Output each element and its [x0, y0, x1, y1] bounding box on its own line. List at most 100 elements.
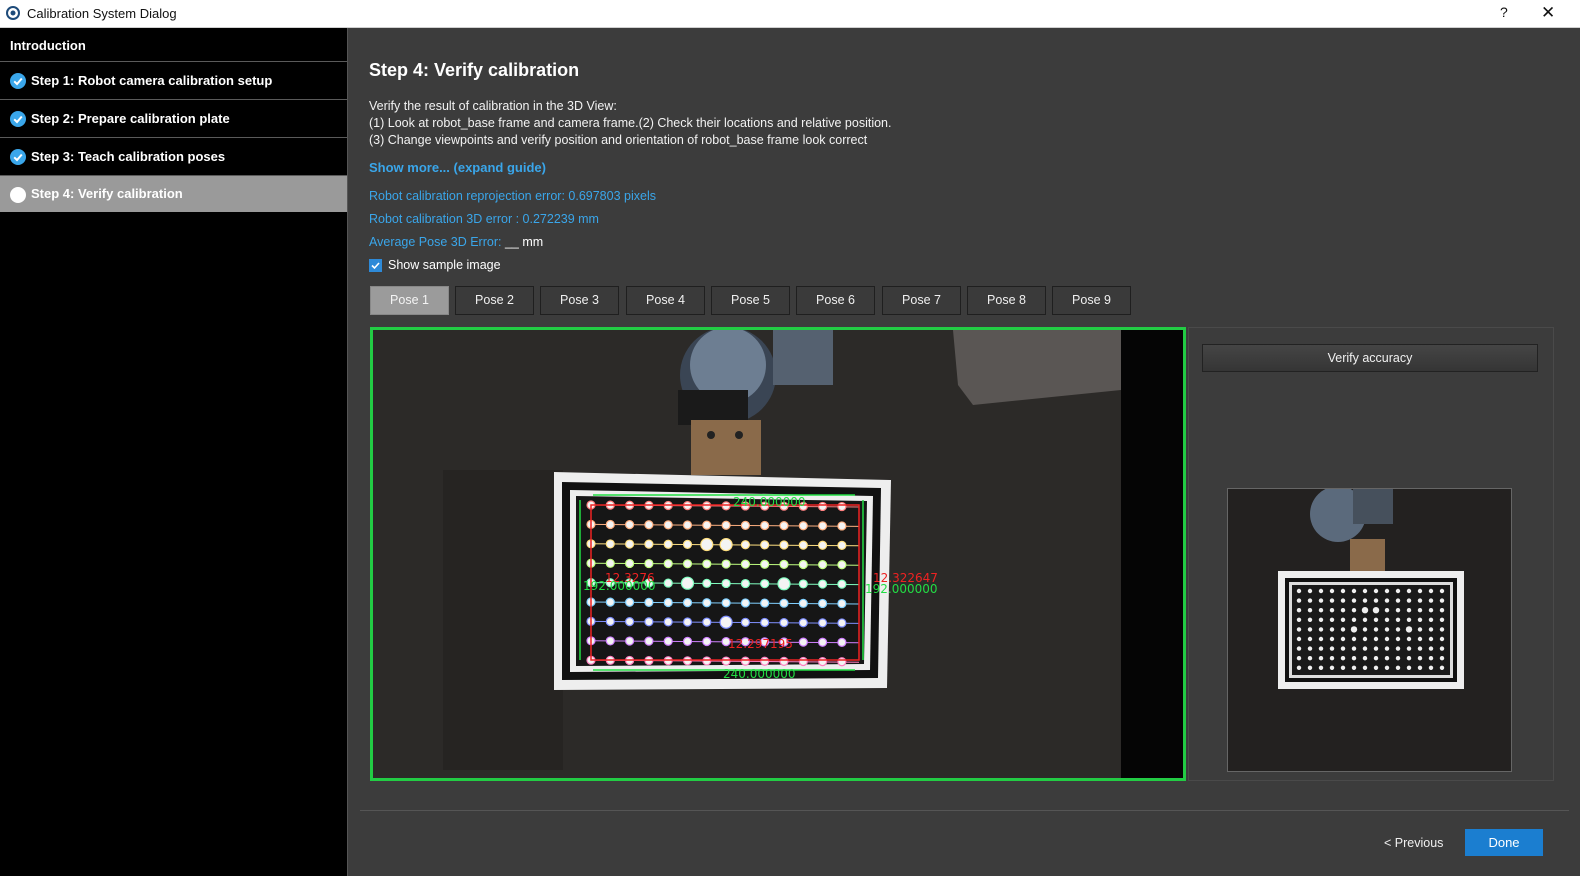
calibration-dot	[760, 598, 770, 608]
thumbnail-dot	[1439, 656, 1445, 661]
thumbnail-dot	[1439, 665, 1445, 670]
window-title: Calibration System Dialog	[27, 6, 177, 21]
thumbnail-dot	[1384, 665, 1390, 670]
thumbnail-dot	[1373, 617, 1379, 622]
show-more-link[interactable]: Show more... (expand guide)	[369, 160, 546, 175]
calibration-dot	[818, 618, 828, 628]
calibration-dot	[837, 540, 847, 550]
sidebar-item-step-1[interactable]: Step 1: Robot camera calibration setup	[0, 62, 347, 100]
thumbnail-dot	[1362, 598, 1368, 603]
pose-5-button[interactable]: Pose 5	[711, 286, 790, 315]
calibration-dot	[625, 617, 635, 627]
calibration-dot	[663, 578, 673, 588]
thumbnail-dot	[1417, 646, 1423, 651]
calibration-dot	[777, 577, 791, 591]
thumbnail-dot	[1340, 617, 1346, 622]
circle-icon	[10, 187, 26, 203]
calibration-image-viewer[interactable]: 240.000000 12.3276 192.000000 12.322647 …	[370, 327, 1186, 781]
pose-1-button[interactable]: Pose 1	[370, 286, 449, 315]
thumbnail-dot	[1351, 646, 1357, 651]
pose-9-button[interactable]: Pose 9	[1052, 286, 1131, 315]
thumbnail-dot	[1384, 598, 1390, 603]
calibration-dot	[818, 657, 828, 667]
thumbnail-dot	[1361, 607, 1369, 614]
thumbnail-dot	[1417, 636, 1423, 642]
calibration-dot	[779, 618, 789, 628]
calibration-dot	[760, 579, 770, 589]
thumbnail-dot	[1417, 627, 1423, 632]
thumbnail-dot	[1406, 588, 1412, 594]
calibration-dot	[644, 520, 654, 530]
pose-4-button[interactable]: Pose 4	[626, 286, 705, 315]
sidebar-item-step-4[interactable]: Step 4: Verify calibration	[0, 176, 347, 212]
pose-2-button[interactable]: Pose 2	[455, 286, 534, 315]
sidebar-item-label: Introduction	[10, 38, 86, 53]
pose-8-button[interactable]: Pose 8	[967, 286, 1046, 315]
thumbnail-dot	[1384, 636, 1390, 642]
calibration-dot	[818, 598, 828, 609]
calibration-dot	[837, 657, 847, 667]
overlay-label-right-green: 192.000000	[865, 582, 938, 596]
footer-divider	[360, 810, 1569, 811]
calibration-dot	[682, 617, 693, 627]
overlay-label-top: 240.000000	[733, 495, 806, 509]
thumbnail-dot	[1417, 608, 1423, 613]
thumbnail-dot	[1362, 627, 1368, 632]
calibration-dot	[798, 521, 808, 531]
pose-6-button[interactable]: Pose 6	[796, 286, 875, 315]
calibration-dot	[740, 559, 750, 569]
show-sample-image-label: Show sample image	[388, 258, 501, 272]
thumbnail-dot	[1296, 598, 1302, 603]
calibration-dot	[625, 558, 635, 569]
thumbnail-dot	[1296, 588, 1302, 594]
sidebar-item-step-3[interactable]: Step 3: Teach calibration poses	[0, 138, 347, 176]
sidebar-item-label: Step 1: Robot camera calibration setup	[31, 73, 273, 88]
thumbnail-dot	[1296, 646, 1302, 651]
thumbnail-dot	[1395, 627, 1401, 632]
pose-3-button[interactable]: Pose 3	[540, 286, 619, 315]
previous-button[interactable]: < Previous	[1384, 836, 1443, 850]
calibration-dot	[721, 656, 731, 666]
thumbnail-dot	[1384, 608, 1390, 613]
thumbnail-dot	[1428, 598, 1434, 603]
calibration-dot	[663, 559, 673, 569]
thumbnail-dot	[1318, 656, 1324, 661]
calibration-dot	[818, 540, 828, 550]
thumbnail-dot	[1307, 656, 1313, 661]
title-bar: Calibration System Dialog ? ✕	[0, 0, 1580, 28]
thumbnail-dot	[1428, 646, 1434, 651]
thumbnail-dot	[1296, 665, 1302, 670]
done-button[interactable]: Done	[1465, 829, 1543, 856]
calibration-dot	[719, 538, 733, 552]
thumbnail-dot	[1307, 608, 1313, 613]
thumbnail-dot	[1395, 617, 1401, 622]
thumbnail-dot	[1362, 617, 1368, 622]
thumbnail-dot	[1395, 588, 1401, 594]
calibration-dot	[798, 656, 808, 667]
close-button[interactable]: ✕	[1541, 3, 1555, 23]
sidebar-item-introduction[interactable]: Introduction	[0, 28, 347, 62]
calibration-dot	[760, 520, 770, 531]
thumbnail-dot	[1384, 627, 1390, 632]
help-button[interactable]: ?	[1500, 4, 1508, 20]
calibration-dot	[663, 539, 673, 549]
pose-7-button[interactable]: Pose 7	[882, 286, 961, 315]
calibration-dot	[605, 558, 615, 568]
calibration-dot	[644, 558, 654, 569]
calibration-dot	[798, 618, 808, 628]
calibration-dot	[682, 539, 693, 549]
calibration-dot	[682, 636, 693, 646]
thumbnail-dot	[1372, 607, 1380, 614]
thumbnail-dot	[1439, 617, 1445, 622]
thumbnail-dot	[1307, 617, 1313, 622]
thumbnail-dot	[1329, 665, 1335, 670]
thumbnail-dot	[1406, 598, 1412, 603]
thumbnail-dot	[1406, 608, 1412, 613]
calibration-dot	[779, 559, 789, 569]
calibration-dot	[682, 598, 693, 608]
calibration-dot	[625, 539, 635, 549]
verify-accuracy-button[interactable]: Verify accuracy	[1202, 344, 1538, 372]
calibration-dot	[605, 616, 615, 627]
sidebar-item-step-2[interactable]: Step 2: Prepare calibration plate	[0, 100, 347, 138]
thumbnail-dot	[1406, 636, 1412, 642]
